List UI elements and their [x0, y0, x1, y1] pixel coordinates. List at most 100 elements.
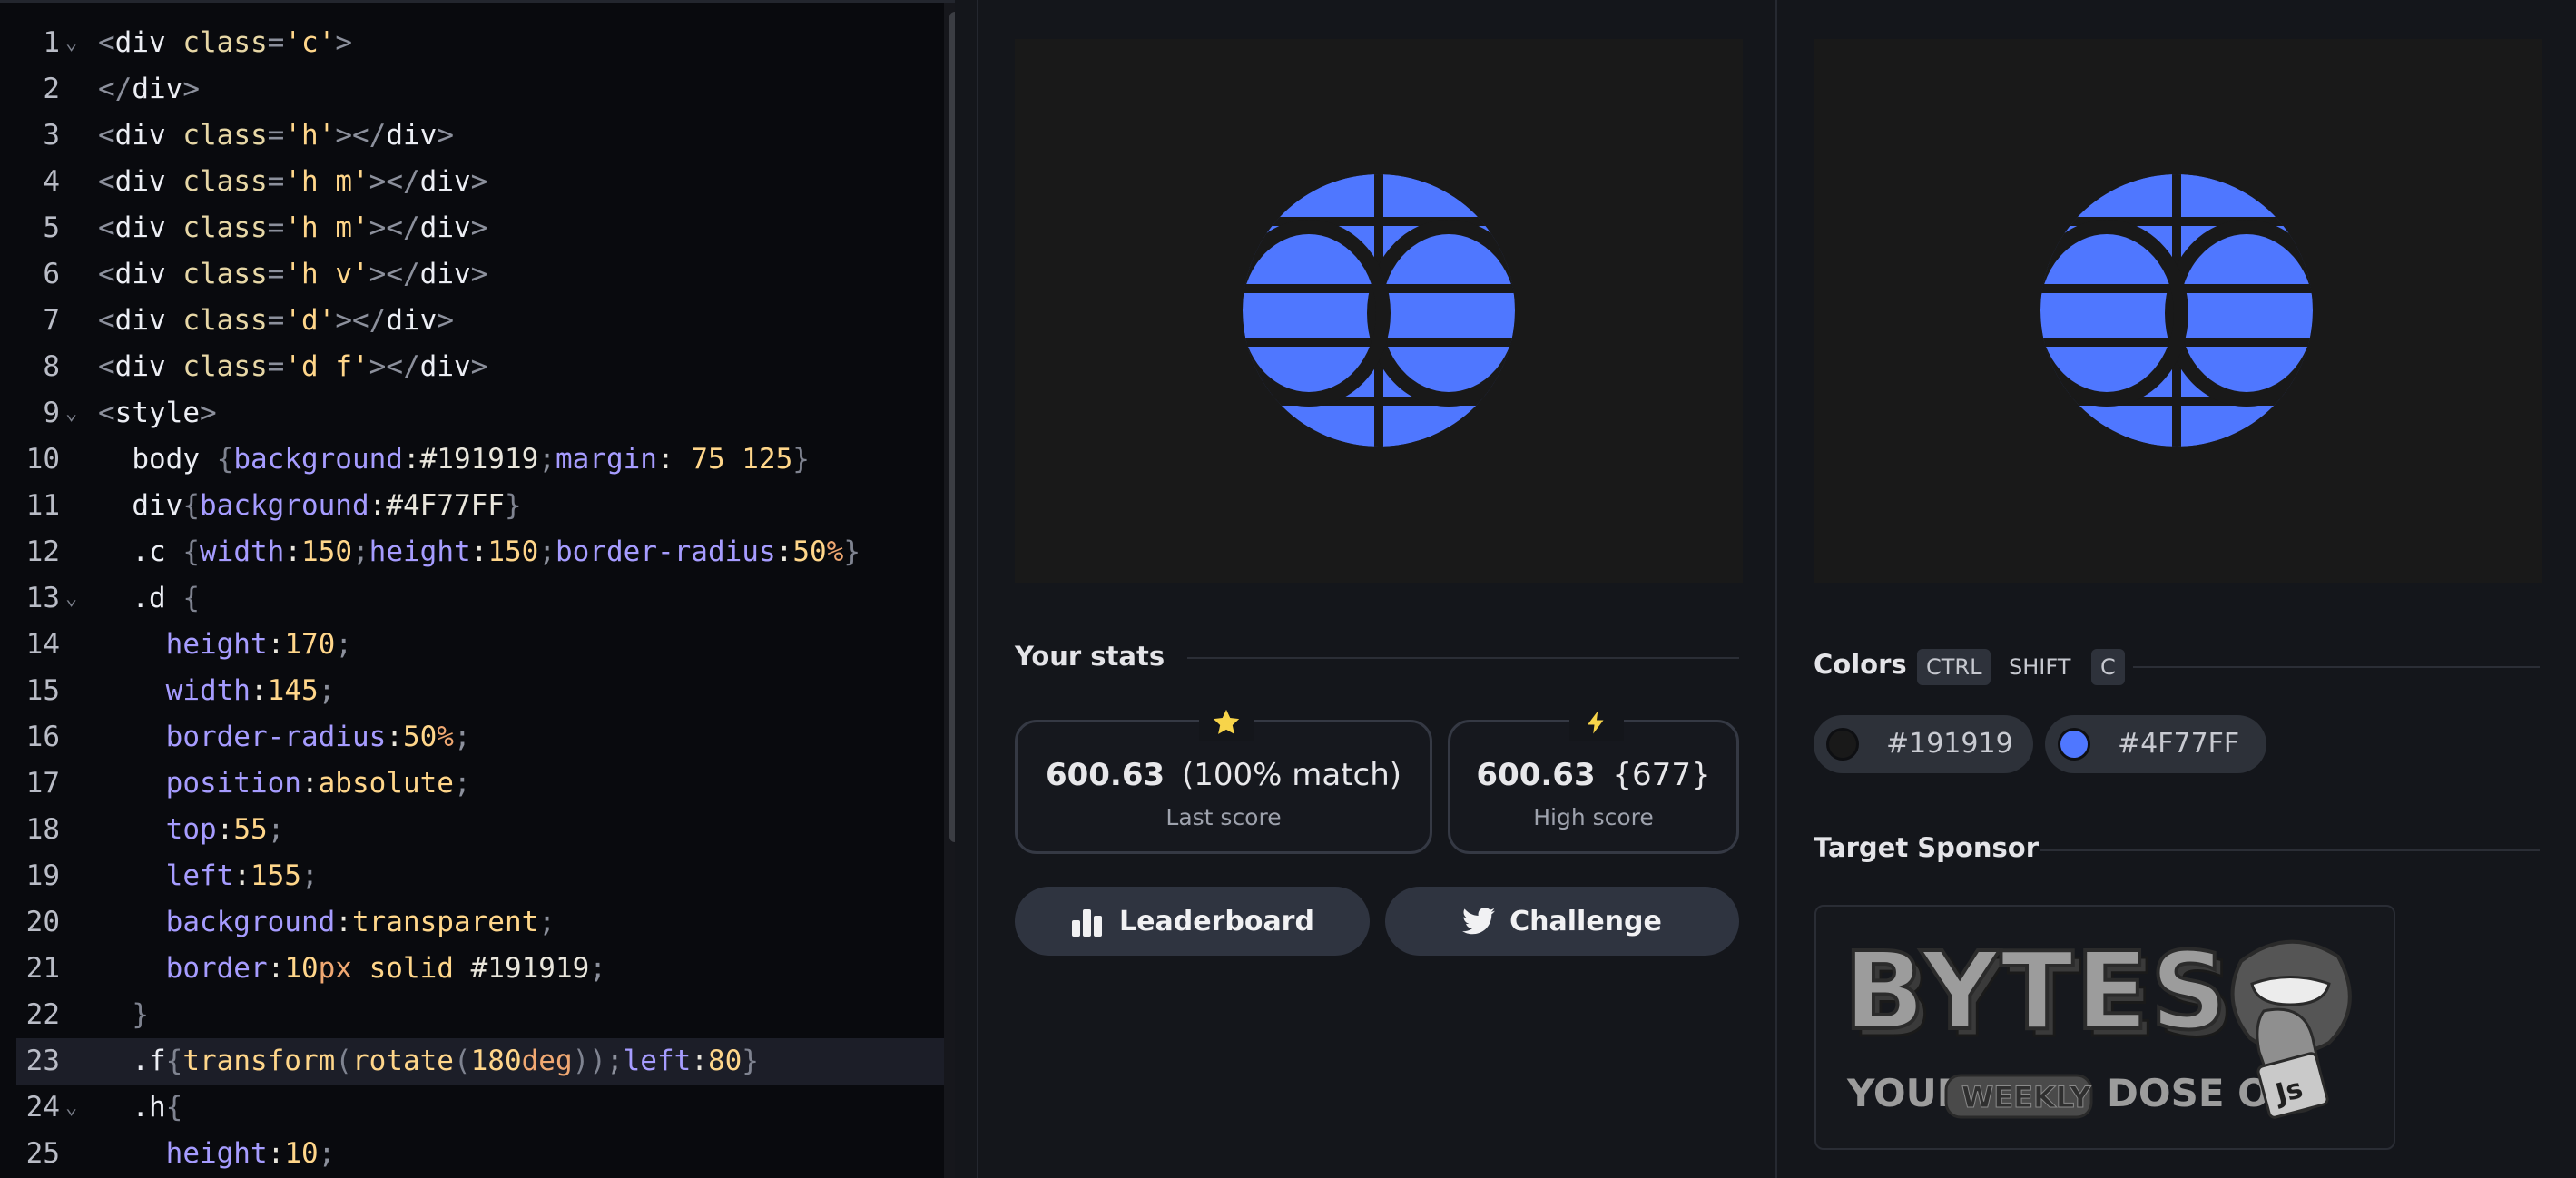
last-score-match: (100% match)	[1181, 757, 1402, 793]
line-number: 23	[25, 1045, 60, 1077]
line-number: 15	[25, 674, 60, 707]
star-icon	[1199, 704, 1254, 741]
line-number: 21	[25, 952, 60, 985]
code-text: <div class='h m'></div>	[98, 165, 488, 198]
line-number: 12	[25, 535, 60, 568]
high-score-extra: {677}	[1612, 757, 1711, 793]
swatch-dot	[1826, 728, 1859, 761]
code-line[interactable]: 25 height:10;	[0, 1131, 949, 1177]
high-score-label: High score	[1533, 804, 1654, 830]
code-text: div{background:#4F77FF}	[98, 489, 522, 522]
code-text: left:155;	[98, 859, 319, 892]
color-swatch-dark[interactable]: #191919	[1814, 715, 2033, 773]
code-line[interactable]: 4 <div class='h m'></div>	[0, 159, 949, 205]
line-number: 19	[25, 859, 60, 892]
line-number: 1	[43, 26, 60, 59]
code-text: body {background:#191919;margin: 75 125}	[98, 443, 810, 476]
code-text: .h{	[98, 1091, 183, 1124]
line-number: 4	[43, 165, 60, 198]
code-line[interactable]: 2 </div>	[0, 66, 949, 113]
line-number: 13	[25, 582, 60, 614]
code-text: }	[98, 998, 149, 1031]
sponsor-banner[interactable]: BYTES BYTES YOUR WEEKLY DOSE OF Js	[1814, 905, 2395, 1150]
color-swatch-blue[interactable]: #4F77FF	[2045, 715, 2266, 773]
code-line[interactable]: 13 ⌄ .d {	[0, 575, 949, 622]
fold-chevron-icon[interactable]: ⌄	[65, 390, 77, 437]
line-number: 2	[43, 73, 60, 105]
code-line[interactable]: 11 div{background:#4F77FF}	[0, 483, 949, 529]
code-line[interactable]: 16 border-radius:50%;	[0, 714, 949, 761]
leaderboard-label: Leaderboard	[1119, 905, 1314, 937]
last-score-label: Last score	[1165, 804, 1282, 830]
pane-divider[interactable]	[977, 0, 978, 1178]
sponsor-tagline-weekly: WEEKLY	[1961, 1080, 2091, 1114]
code-line[interactable]: 17 position:absolute;	[0, 761, 949, 807]
code-text: <style>	[98, 397, 217, 429]
code-line[interactable]: 15 width:145;	[0, 668, 949, 714]
line-number: 10	[25, 443, 60, 476]
code-line[interactable]: 5 <div class='h m'></div>	[0, 205, 949, 251]
code-text: <div class='h v'></div>	[98, 258, 488, 290]
pane-divider[interactable]	[1775, 0, 1777, 1178]
editor-scrollbar[interactable]	[949, 12, 955, 842]
code-line[interactable]: 7 <div class='d'></div>	[0, 298, 949, 344]
code-text: </div>	[98, 73, 200, 105]
stats-divider	[1187, 657, 1739, 659]
line-number: 17	[25, 767, 60, 800]
line-number: 8	[43, 350, 60, 383]
code-text: .c {width:150;height:150;border-radius:5…	[98, 535, 860, 568]
code-editor[interactable]: 1 ⌄ <div class='c'> 2 </div> 3 <div class='h'>…	[0, 0, 955, 1178]
line-number: 18	[25, 813, 60, 846]
code-line[interactable]: 8 <div class='d f'></div>	[0, 344, 949, 390]
code-text: background:transparent;	[98, 906, 556, 938]
code-line[interactable]: 12 .c {width:150;height:150;border-radiu…	[0, 529, 949, 575]
line-number: 16	[25, 721, 60, 753]
challenge-button[interactable]: Challenge	[1385, 887, 1739, 956]
code-line[interactable]: 10 body {background:#191919;margin: 75 1…	[0, 437, 949, 483]
code-line[interactable]: 14 height:170;	[0, 622, 949, 668]
line-number: 11	[25, 489, 60, 522]
code-line[interactable]: 22 }	[0, 992, 949, 1038]
fold-chevron-icon[interactable]: ⌄	[65, 20, 77, 66]
target-preview	[1814, 39, 2542, 583]
bar-chart-icon	[1072, 909, 1103, 937]
swatch-hex: #4F77FF	[2118, 728, 2240, 760]
code-line[interactable]: 1 ⌄ <div class='c'>	[0, 20, 949, 66]
sponsor-heading: Target Sponsor	[1814, 832, 2040, 863]
code-text: top:55;	[98, 813, 285, 846]
bytes-logo: BYTES BYTES YOUR WEEKLY DOSE OF Js	[1842, 927, 2352, 1119]
code-line[interactable]: 23 .f{transform(rotate(180deg));left:80}	[16, 1038, 949, 1085]
code-text: <div class='d f'></div>	[98, 350, 488, 383]
high-score-card: 600.63 {677} High score	[1448, 704, 1739, 854]
line-number: 6	[43, 258, 60, 290]
code-line[interactable]: 9 ⌄ <style>	[0, 390, 949, 437]
code-line[interactable]: 20 background:transparent;	[0, 899, 949, 946]
code-text: <div class='d'></div>	[98, 304, 454, 337]
colors-heading: Colors	[1814, 649, 1907, 680]
code-text: height:10;	[98, 1137, 336, 1170]
line-number: 5	[43, 211, 60, 244]
line-number: 20	[25, 906, 60, 938]
code-line[interactable]: 18 top:55;	[0, 807, 949, 853]
code-line[interactable]: 3 <div class='h'></div>	[0, 113, 949, 159]
lightning-icon	[1569, 704, 1624, 741]
code-text: height:170;	[98, 628, 352, 661]
fold-chevron-icon[interactable]: ⌄	[65, 575, 77, 622]
code-text: width:145;	[98, 674, 336, 707]
code-text: border:10px solid #191919;	[98, 952, 606, 985]
twitter-icon	[1462, 908, 1496, 935]
output-preview[interactable]	[1015, 39, 1743, 583]
code-line[interactable]: 24 ⌄ .h{	[0, 1085, 949, 1131]
shortcut-shift-key: SHIFT	[2009, 654, 2071, 680]
code-line[interactable]: 19 left:155;	[0, 853, 949, 899]
code-line[interactable]: 21 border:10px solid #191919;	[0, 946, 949, 992]
globe-icon	[2040, 174, 2313, 447]
high-score-number: 600.63	[1476, 757, 1596, 793]
leaderboard-button[interactable]: Leaderboard	[1015, 887, 1370, 956]
shortcut-ctrl-key: CTRL	[1917, 649, 1991, 685]
high-score-value: 600.63 {677}	[1450, 757, 1736, 793]
code-line[interactable]: 6 <div class='h v'></div>	[0, 251, 949, 298]
swatch-hex: #191919	[1886, 728, 2013, 760]
fold-chevron-icon[interactable]: ⌄	[65, 1085, 77, 1131]
code-text: <div class='c'>	[98, 26, 352, 59]
